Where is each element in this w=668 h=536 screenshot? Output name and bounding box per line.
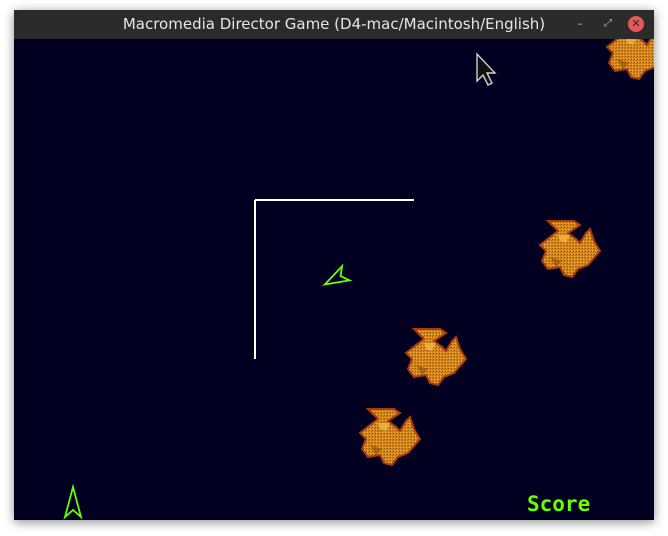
asteroid <box>359 408 421 466</box>
game-stage[interactable]: Score <box>14 39 654 520</box>
frame-line <box>254 199 414 359</box>
game-canvas <box>63 39 654 520</box>
maximize-icon[interactable]: ⤢ <box>600 16 616 32</box>
asteroid <box>405 328 467 386</box>
game-window: Macromedia Director Game (D4-mac/Macinto… <box>14 10 654 520</box>
window-title: Macromedia Director Game (D4-mac/Macinto… <box>122 15 546 33</box>
score-label: Score <box>527 492 591 516</box>
asteroid <box>606 39 654 80</box>
close-icon[interactable]: ✕ <box>628 16 644 32</box>
mouse-cursor-icon <box>476 52 497 86</box>
title-bar[interactable]: Macromedia Director Game (D4-mac/Macinto… <box>14 10 654 39</box>
minimize-icon[interactable]: – <box>572 16 588 32</box>
player-ship <box>322 263 353 286</box>
asteroid <box>539 220 601 278</box>
life-ship-icon <box>63 483 83 520</box>
